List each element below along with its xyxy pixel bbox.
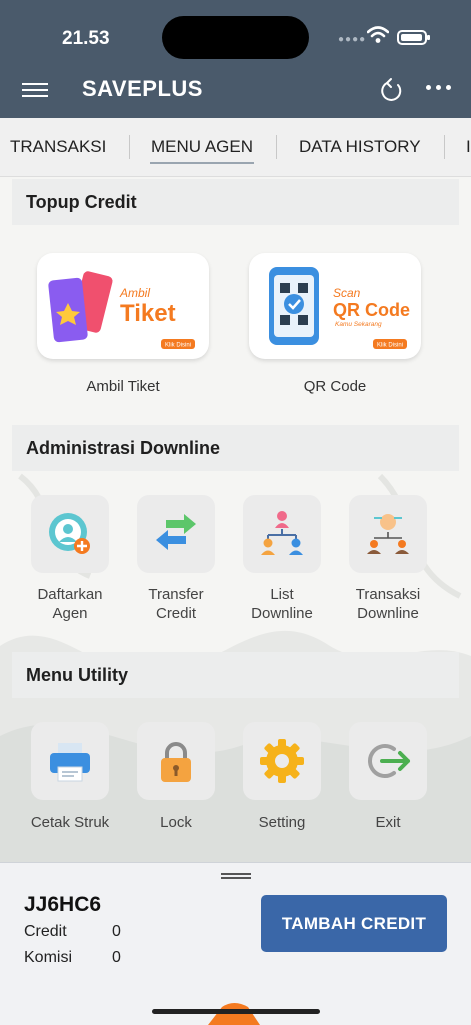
refresh-icon[interactable] — [378, 76, 404, 104]
qr-phone-icon: Scan QR Code Kamu Sekarang Klik Disini — [269, 267, 410, 349]
transaction-users-icon — [367, 514, 409, 554]
card-subline: Kamu Sekarang — [335, 321, 382, 328]
card-tag: Klik Disini — [377, 343, 403, 349]
active-tab-indicator — [150, 162, 254, 164]
topup-credit-header: Topup Credit — [12, 179, 459, 225]
transaksi-downline-button[interactable] — [349, 495, 427, 573]
gear-icon — [260, 739, 304, 783]
tab-data-history[interactable]: DATA HISTORY — [299, 137, 421, 157]
account-panel: JJ6HC6 Credit 0 Komisi 0 TAMBAH CREDIT — [0, 862, 471, 1025]
credit-row: Credit 0 — [24, 923, 121, 941]
card-headline: Tiket — [120, 300, 176, 327]
app-title: SAVEPLUS — [82, 76, 203, 101]
tab-bar: TRANSAKSI MENU AGEN DATA HISTORY I — [0, 118, 471, 177]
tab-transaksi[interactable]: TRANSAKSI — [10, 137, 106, 157]
tambah-credit-button[interactable]: TAMBAH CREDIT — [261, 895, 447, 952]
ticket-icon: Ambil Tiket Klik Disini — [48, 271, 195, 349]
daftarkan-agen-button[interactable] — [31, 495, 109, 573]
komisi-label: Komisi — [24, 949, 73, 966]
administrasi-downline-header: Administrasi Downline — [12, 425, 459, 471]
cetak-struk-button[interactable] — [31, 722, 109, 800]
qr-code-label: QR Code — [303, 378, 367, 395]
printer-icon — [50, 743, 90, 782]
list-downline-button[interactable] — [243, 495, 321, 573]
section-title: Topup Credit — [26, 192, 137, 212]
exit-button[interactable] — [349, 722, 427, 800]
drag-handle[interactable] — [221, 873, 251, 879]
home-indicator — [152, 1009, 320, 1014]
dynamic-island — [162, 16, 309, 59]
komisi-value: 0 — [112, 949, 121, 966]
status-time: 21.53 — [62, 28, 110, 49]
tab-overflow[interactable]: I — [466, 137, 471, 157]
lock-label: Lock — [160, 814, 192, 831]
add-user-icon — [49, 513, 90, 554]
lock-icon — [161, 742, 191, 782]
komisi-row: Komisi 0 — [24, 949, 121, 967]
signal-icon: ●●●● — [338, 34, 367, 45]
credit-label: Credit — [24, 923, 67, 940]
card-caption: Ambil — [119, 286, 150, 300]
lock-button[interactable] — [137, 722, 215, 800]
ambil-tiket-label: Ambil Tiket — [86, 378, 160, 395]
cetak-struk-label: Cetak Struk — [30, 814, 110, 831]
more-options-icon[interactable] — [426, 85, 452, 93]
daftarkan-agen-label: Daftarkan Agen — [37, 586, 103, 622]
setting-button[interactable] — [243, 722, 321, 800]
exit-icon — [368, 744, 410, 778]
card-caption: Scan — [333, 286, 361, 300]
credit-value: 0 — [112, 923, 121, 940]
status-bar: 21.53 ●●●● — [0, 0, 471, 64]
tab-divider — [444, 135, 445, 159]
hamburger-menu-icon[interactable] — [22, 80, 48, 100]
exit-label: Exit — [375, 814, 401, 831]
transaksi-downline-label: Transaksi Downline — [355, 586, 421, 622]
qr-code-card[interactable]: Scan QR Code Kamu Sekarang Klik Disini — [249, 253, 421, 359]
wifi-icon — [367, 26, 389, 43]
transfer-arrows-icon — [156, 514, 196, 550]
card-headline: QR Code — [333, 300, 410, 320]
hierarchy-icon — [261, 511, 303, 555]
list-downline-label: List Downline — [251, 586, 313, 622]
section-title: Administrasi Downline — [26, 438, 221, 458]
setting-label: Setting — [258, 814, 306, 831]
card-tag: Klik Disini — [165, 343, 191, 349]
tab-divider — [276, 135, 277, 159]
app-bar: SAVEPLUS — [0, 64, 471, 118]
ambil-tiket-card[interactable]: Ambil Tiket Klik Disini — [37, 253, 209, 359]
section-title: Menu Utility — [26, 665, 128, 685]
tab-divider — [129, 135, 130, 159]
battery-icon — [397, 30, 430, 45]
user-code: JJ6HC6 — [24, 893, 102, 916]
tab-menu-agen[interactable]: MENU AGEN — [151, 137, 253, 157]
transfer-credit-label: Transfer Credit — [148, 586, 204, 622]
menu-utility-header: Menu Utility — [12, 652, 459, 698]
transfer-credit-button[interactable] — [137, 495, 215, 573]
